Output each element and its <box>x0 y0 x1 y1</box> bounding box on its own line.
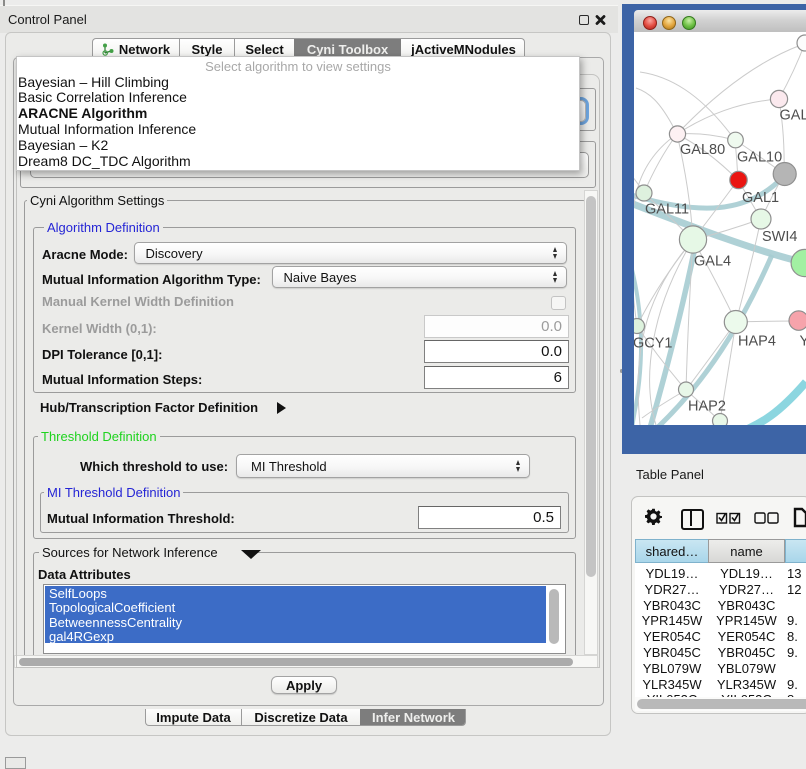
svg-text:SWI4: SWI4 <box>762 229 797 245</box>
svg-text:GAL80: GAL80 <box>680 142 725 158</box>
svg-text:GAL7: GAL7 <box>780 108 806 124</box>
svg-text:HAP2: HAP2 <box>688 399 726 415</box>
svg-text:Y: Y <box>800 334 806 350</box>
svg-text:GAL1: GAL1 <box>742 190 779 206</box>
svg-text:HAP4: HAP4 <box>738 334 776 350</box>
svg-text:GAL4: GAL4 <box>694 254 731 270</box>
svg-text:GAL11: GAL11 <box>645 202 689 218</box>
svg-text:GAL10: GAL10 <box>737 150 782 166</box>
svg-text:GCY1: GCY1 <box>634 336 673 352</box>
